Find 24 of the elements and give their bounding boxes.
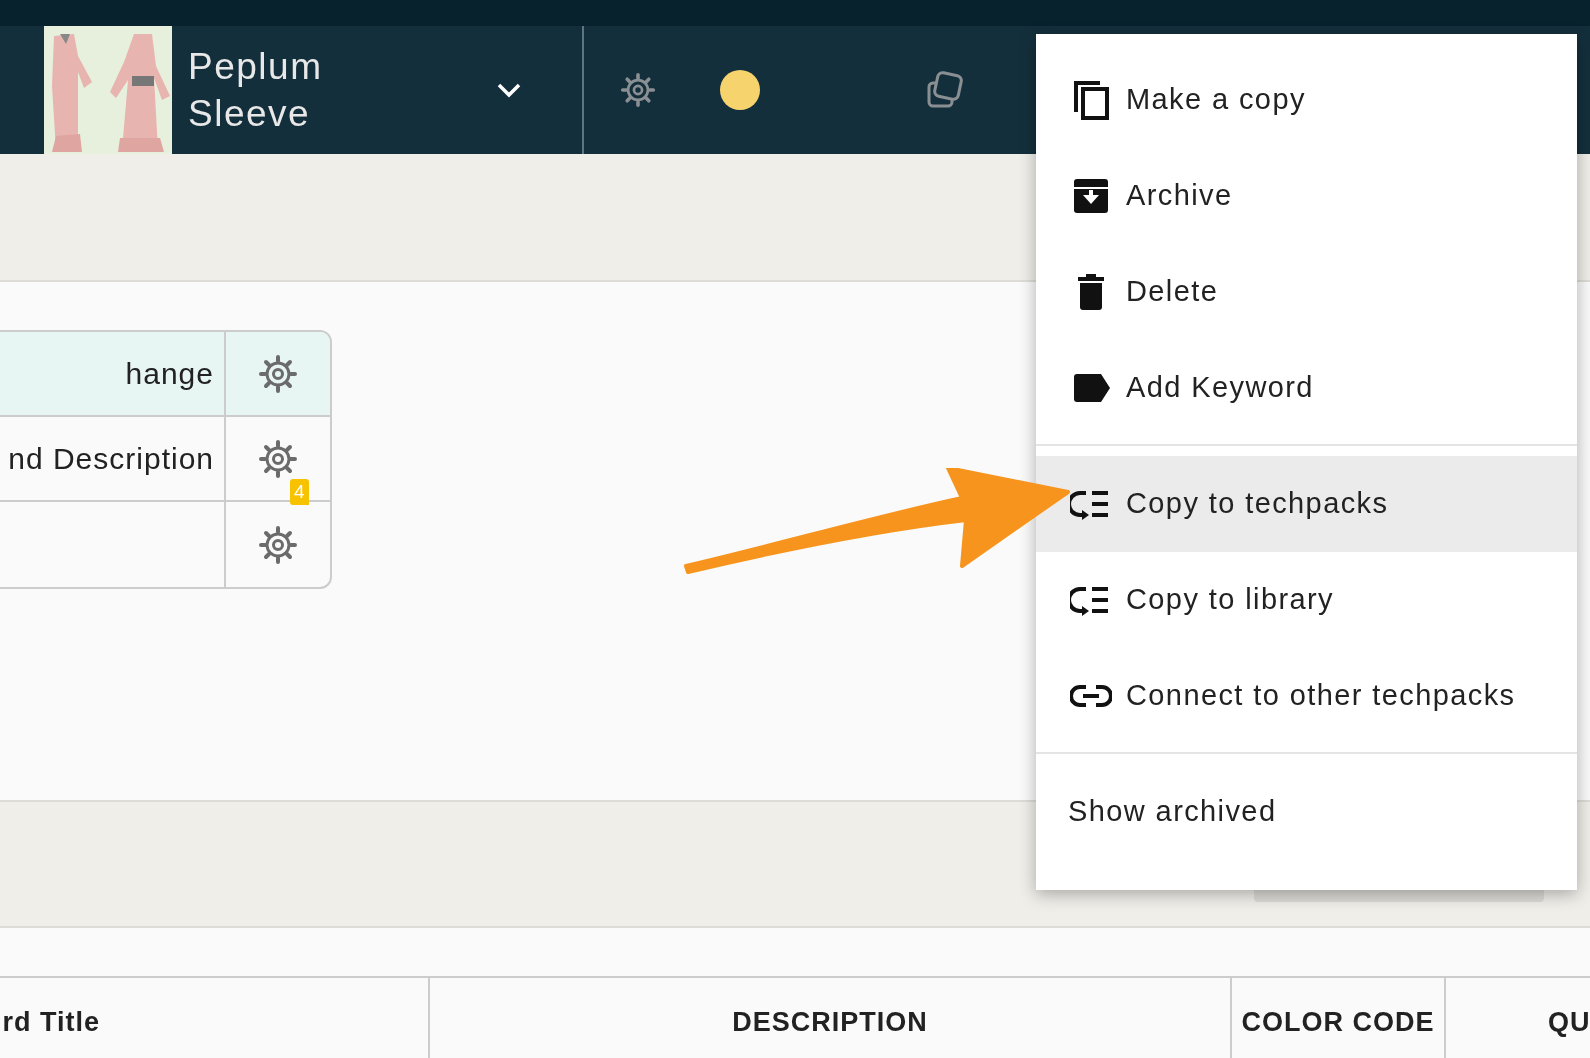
settings-icon[interactable] [258, 438, 298, 479]
settings-icon[interactable] [258, 353, 298, 394]
comment-badge: 4 [290, 478, 309, 505]
settings-icon[interactable] [258, 524, 298, 565]
column-header: DESCRIPTION [732, 1007, 928, 1037]
menu-item[interactable]: Make a copy [1036, 52, 1577, 148]
table-row[interactable]: hange [0, 332, 330, 417]
copy-icon[interactable] [926, 71, 964, 109]
menu-item[interactable]: Add Keyword [1036, 340, 1577, 436]
column-header: QU [1548, 1007, 1590, 1037]
column-header: rd Title [2, 1007, 100, 1037]
menu-item[interactable]: Show archived [1036, 764, 1577, 860]
menu-item[interactable]: Copy to library [1036, 552, 1577, 648]
row-title: nd Description [8, 441, 214, 477]
menu-item[interactable]: Archive [1036, 148, 1577, 244]
status-dot[interactable] [720, 70, 760, 110]
table-row[interactable]: nd Description 4 [0, 417, 330, 502]
product-title: Peplum Sleeve [187, 45, 324, 136]
column-header: COLOR CODE [1241, 1007, 1435, 1037]
settings-icon[interactable] [620, 72, 656, 108]
menu-item[interactable]: Connect to other techpacks [1036, 648, 1577, 744]
menu-item[interactable]: Copy to techpacks [1036, 456, 1577, 552]
row-title: hange [125, 356, 214, 392]
menu-item[interactable]: Delete [1036, 244, 1577, 340]
